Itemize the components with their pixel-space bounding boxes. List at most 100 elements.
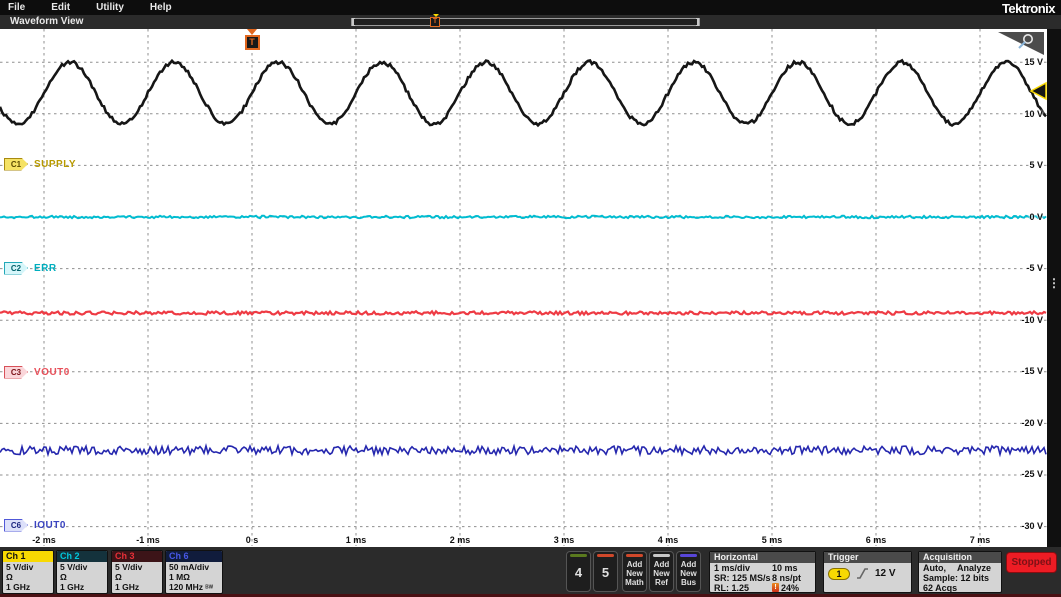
ch1-scale: 5 V/div <box>6 562 34 572</box>
channel-name-err: ERR <box>34 262 57 274</box>
channel-4-button[interactable]: 4 <box>566 551 591 592</box>
tektronix-logo: Tektronix <box>1001 1 1056 16</box>
channel-tag-c2[interactable]: C2 <box>4 261 28 275</box>
channel-handle-ch2[interactable]: C2 ERR <box>4 261 57 275</box>
v-axis-label: -5 V <box>1026 263 1043 273</box>
t-axis-label: 6 ms <box>865 535 887 545</box>
waveform-display[interactable]: 15 V 10 V 5 V 0 V -5 V -10 V -15 V -20 V… <box>0 29 1047 546</box>
time-per-point: 8 ns/pt <box>772 573 802 583</box>
t-axis-label: 1 ms <box>345 535 367 545</box>
ref-color-stripe <box>653 554 670 557</box>
v-axis-label: 15 V <box>1024 57 1043 67</box>
channel-handle-ch6[interactable]: C6 IOUT0 <box>4 518 66 532</box>
trigger-panel[interactable]: Trigger 1 12 V <box>823 551 912 593</box>
channel-name-supply: SUPPLY <box>34 158 77 170</box>
time-per-div: 1 ms/div <box>714 563 751 573</box>
ch2-scale: 5 V/div <box>60 562 88 572</box>
trigger-title: Trigger <box>824 552 911 563</box>
ch1-header[interactable]: Ch 1 <box>3 551 53 562</box>
ch6-bandwidth: 120 MHz ᴮᵂ <box>169 582 214 592</box>
corner-zoom-icon[interactable] <box>998 32 1044 55</box>
horizontal-panel[interactable]: Horizontal 1 ms/div 10 ms SR: 125 MS/s 8 n… <box>709 551 816 593</box>
acq-mode: Auto, <box>923 563 946 573</box>
channel-handle-ch1[interactable]: C1 SUPPLY <box>4 157 76 171</box>
overview-trigger-icon[interactable]: T <box>430 14 440 27</box>
overview-right-bracket-icon <box>696 18 699 26</box>
compression-warning-icon: ! <box>772 583 779 592</box>
waveform-canvas <box>0 29 1047 546</box>
channel-badge-ch1[interactable]: Ch 1 5 V/div Ω 1 GHz <box>2 550 54 594</box>
right-sidebar: ⋮ <box>1047 29 1061 547</box>
channel-badge-ch6[interactable]: Ch 6 50 mA/div 1 MΩ 120 MHz ᴮᵂ <box>165 550 223 594</box>
tab-waveform-view[interactable]: Waveform View <box>10 16 83 27</box>
tab-bar: Waveform View T <box>0 14 1061 29</box>
sample-rate: SR: 125 MS/s <box>714 573 771 583</box>
coupling-icon: Ω <box>115 572 122 582</box>
ch3-scale: 5 V/div <box>115 562 143 572</box>
channel-badge-ch3[interactable]: Ch 3 5 V/div Ω 1 GHz <box>111 550 163 594</box>
record-overview-bar[interactable]: T <box>351 14 700 27</box>
menu-edit[interactable]: Edit <box>51 2 70 13</box>
ch5-color-stripe <box>597 554 614 557</box>
horizontal-title: Horizontal <box>710 552 815 563</box>
ch2-bandwidth: 1 GHz <box>60 582 85 592</box>
channel-name-iout0: IOUT0 <box>34 519 66 531</box>
compression-percent: 24% <box>781 583 800 593</box>
t-axis-label: 2 ms <box>449 535 471 545</box>
channel-badge-ch2[interactable]: Ch 2 5 V/div Ω 1 GHz <box>56 550 108 594</box>
rising-edge-icon <box>857 568 868 579</box>
channel-5-button[interactable]: 5 <box>593 551 618 592</box>
add-new-ref-button[interactable]: Add New Ref <box>649 551 674 592</box>
trigger-t-icon: T <box>244 35 260 50</box>
trigger-position-marker[interactable]: T <box>244 29 260 50</box>
t-axis-label: -2 ms <box>32 535 56 545</box>
trigger-source-badge: 1 <box>828 567 850 580</box>
ch2-header[interactable]: Ch 2 <box>57 551 107 562</box>
t-axis-label: 7 ms <box>969 535 991 545</box>
t-axis-label: -1 ms <box>136 535 160 545</box>
v-axis-label: 5 V <box>1029 160 1043 170</box>
menu-file[interactable]: File <box>8 2 25 13</box>
acquisition-title: Acquisition <box>919 552 1001 563</box>
channel-handle-ch3[interactable]: C3 VOUT0 <box>4 365 70 379</box>
channel-tag-c3[interactable]: C3 <box>4 365 28 379</box>
v-axis-label: -25 V <box>1021 469 1043 479</box>
acq-sample-bits: Sample: 12 bits <box>923 573 990 583</box>
coupling-icon: Ω <box>6 572 13 582</box>
menu-utility[interactable]: Utility <box>96 2 124 13</box>
ch6-scale: 50 mA/div <box>169 562 210 572</box>
add-new-bus-button[interactable]: Add New Bus <box>676 551 701 592</box>
v-axis-label: 10 V <box>1024 109 1043 119</box>
ch6-impedance: 1 MΩ <box>169 572 190 582</box>
record-duration: 10 ms <box>772 563 798 573</box>
t-axis-label: 3 ms <box>553 535 575 545</box>
ch4-color-stripe <box>570 554 587 557</box>
acquisition-panel[interactable]: Acquisition Auto, Analyze Sample: 12 bits… <box>918 551 1002 593</box>
acq-count: 62 Acqs <box>923 583 958 593</box>
t-axis-label: 4 ms <box>657 535 679 545</box>
v-axis-label: -15 V <box>1021 366 1043 376</box>
ch3-header[interactable]: Ch 3 <box>112 551 162 562</box>
acq-analyze: Analyze <box>957 563 992 573</box>
record-length: RL: 1.25 Mpts <box>714 583 750 593</box>
t-axis-label: 5 ms <box>761 535 783 545</box>
ch1-bandwidth: 1 GHz <box>6 582 31 592</box>
math-color-stripe <box>626 554 643 557</box>
v-axis-label: -20 V <box>1021 418 1043 428</box>
channel-tag-c6[interactable]: C6 <box>4 518 28 532</box>
v-axis-label: -30 V <box>1021 521 1043 531</box>
v-axis-label: 0 V <box>1029 212 1043 222</box>
add-new-math-button[interactable]: Add New Math <box>622 551 647 592</box>
t-axis-label: 0 s <box>245 535 259 545</box>
trigger-level: 12 V <box>875 568 896 579</box>
v-axis-label: -10 V <box>1021 315 1043 325</box>
settings-bar: Ch 1 5 V/div Ω 1 GHz Ch 2 5 V/div Ω 1 GH… <box>0 547 1061 597</box>
menu-bar: File Edit Utility Help Tektronix <box>0 0 1061 16</box>
run-stop-button[interactable]: Stopped <box>1006 552 1057 573</box>
channel-tag-c1[interactable]: C1 <box>4 157 28 171</box>
menu-help[interactable]: Help <box>150 2 172 13</box>
coupling-icon: Ω <box>60 572 67 582</box>
drag-handle-icon[interactable]: ⋮ <box>1047 277 1061 290</box>
ch6-header[interactable]: Ch 6 <box>166 551 222 562</box>
ch3-bandwidth: 1 GHz <box>115 582 140 592</box>
